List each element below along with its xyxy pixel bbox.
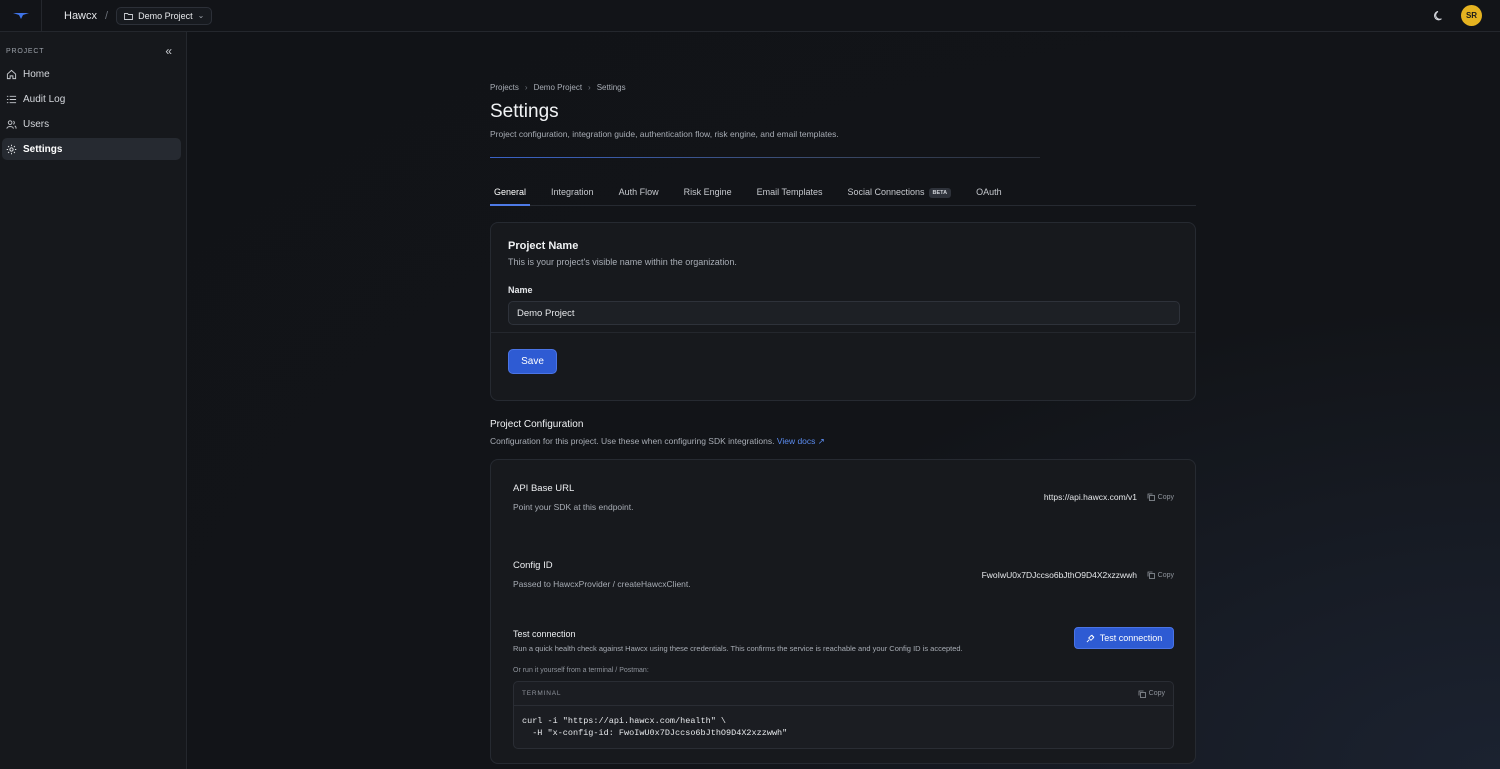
breadcrumb-settings: Settings bbox=[596, 83, 626, 92]
copy-label: Copy bbox=[1148, 690, 1165, 697]
external-link-icon: ↗ bbox=[817, 436, 825, 446]
tab-general[interactable]: General bbox=[490, 182, 531, 206]
logo-icon bbox=[12, 12, 29, 19]
terminal-label: TERMINAL bbox=[522, 690, 562, 697]
breadcrumb-separator: / bbox=[105, 9, 109, 22]
breadcrumb: Projects › Demo Project › Settings bbox=[490, 83, 626, 92]
tab-risk-engine[interactable]: Risk Engine bbox=[680, 182, 736, 206]
page-title: Settings bbox=[490, 101, 559, 122]
config-id-value: FwoIwU0x7DJccso6bJthO9D4X2xzzwwh bbox=[981, 570, 1137, 580]
section-description: Configuration for this project. Use thes… bbox=[490, 436, 825, 447]
org-name[interactable]: Hawcx bbox=[64, 10, 97, 22]
project-name-input[interactable] bbox=[508, 301, 1180, 325]
chevron-right-icon: › bbox=[588, 83, 591, 92]
tab-label: Integration bbox=[551, 187, 594, 197]
view-docs-label: View docs bbox=[776, 436, 816, 446]
sidebar-item-label: Home bbox=[23, 68, 50, 80]
copy-icon bbox=[1138, 690, 1146, 698]
sidebar-item-users[interactable]: Users bbox=[2, 113, 181, 135]
tab-label: General bbox=[494, 187, 527, 197]
copy-label: Copy bbox=[1157, 571, 1174, 579]
api-base-url-value: https://api.hawcx.com/v1 bbox=[1043, 492, 1137, 502]
card-divider bbox=[491, 332, 1195, 333]
collapse-sidebar-icon[interactable]: « bbox=[165, 44, 172, 58]
sidebar-item-label: Settings bbox=[23, 143, 63, 155]
test-connection-button[interactable]: Test connection bbox=[1074, 627, 1174, 649]
terminal-code: curl -i "https://api.hawcx.com/health" \… bbox=[514, 706, 1173, 739]
project-switcher[interactable]: Demo Project ⌄ bbox=[116, 6, 213, 25]
plug-icon bbox=[1086, 634, 1095, 642]
chevron-right-icon: › bbox=[524, 83, 528, 92]
test-connection-label: Test connection bbox=[1099, 633, 1163, 643]
config-id-description: Passed to HawcxProvider / createHawcxCli… bbox=[513, 579, 691, 589]
tab-integration[interactable]: Integration bbox=[547, 182, 598, 206]
top-bar: Hawcx / Demo Project ⌄ SR bbox=[0, 0, 1500, 32]
copy-config-id-button[interactable]: Copy bbox=[1147, 571, 1174, 579]
code-line-2: -H "x-config-id: FwoIwU0x7DJccso6bJthO9D… bbox=[522, 728, 788, 738]
tab-label: OAuth bbox=[976, 187, 1002, 197]
user-avatar[interactable]: SR bbox=[1461, 5, 1482, 26]
tab-label: Auth Flow bbox=[618, 187, 659, 197]
page-subtitle: Project configuration, integration guide… bbox=[490, 129, 839, 139]
sidebar-item-home[interactable]: Home bbox=[2, 63, 181, 85]
terminal-block: TERMINAL Copy curl -i "https://api.hawcx… bbox=[513, 681, 1174, 749]
card-description: This is your project's visible name with… bbox=[508, 257, 737, 267]
sidebar-item-label: Users bbox=[23, 118, 50, 130]
project-name-card: Project Name This is your project's visi… bbox=[490, 222, 1196, 401]
breadcrumb-projects[interactable]: Projects bbox=[490, 83, 519, 92]
section-description-text: Configuration for this project. Use thes… bbox=[490, 436, 775, 446]
tab-label: Email Templates bbox=[756, 187, 823, 197]
copy-icon bbox=[1147, 493, 1155, 501]
gear-icon bbox=[6, 144, 17, 154]
copy-terminal-button[interactable]: Copy bbox=[1138, 690, 1165, 698]
breadcrumb-demo-project[interactable]: Demo Project bbox=[534, 83, 582, 92]
tab-auth-flow[interactable]: Auth Flow bbox=[615, 182, 663, 206]
chevron-down-icon: ⌄ bbox=[197, 11, 205, 20]
sidebar-item-audit-log[interactable]: Audit Log bbox=[2, 88, 181, 110]
tab-email-templates[interactable]: Email Templates bbox=[753, 182, 827, 206]
test-connection-description: Run a quick health check against Hawcx u… bbox=[513, 644, 963, 653]
api-base-url-description: Point your SDK at this endpoint. bbox=[513, 502, 634, 512]
sidebar-item-label: Audit Log bbox=[23, 93, 66, 105]
code-line-1: curl -i "https://api.hawcx.com/health" \ bbox=[522, 716, 727, 726]
beta-badge: BETA bbox=[928, 188, 952, 198]
section-title: Project Configuration bbox=[490, 419, 584, 430]
folder-icon bbox=[124, 12, 134, 20]
test-connection-title: Test connection bbox=[513, 629, 576, 639]
project-config-card: API Base URL Point your SDK at this endp… bbox=[490, 459, 1196, 764]
home-icon bbox=[6, 69, 17, 79]
settings-tabs: General Integration Auth Flow Risk Engin… bbox=[490, 182, 1196, 206]
list-icon bbox=[6, 95, 17, 103]
tab-label: Social Connections bbox=[847, 187, 925, 197]
tab-oauth[interactable]: OAuth bbox=[972, 182, 1006, 206]
terminal-hint: Or run it yourself from a terminal / Pos… bbox=[513, 667, 649, 674]
card-title: Project Name bbox=[508, 240, 579, 252]
save-button[interactable]: Save bbox=[508, 349, 557, 374]
copy-icon bbox=[1147, 571, 1155, 579]
api-base-url-title: API Base URL bbox=[513, 483, 575, 494]
sidebar: PROJECT « Home Audit Log Users Settings bbox=[0, 32, 187, 769]
name-field-label: Name bbox=[508, 285, 533, 295]
users-icon bbox=[6, 119, 17, 129]
main-content: Projects › Demo Project › Settings Setti… bbox=[188, 32, 1500, 769]
header-divider bbox=[490, 157, 1040, 158]
sidebar-section-label: PROJECT bbox=[6, 47, 45, 55]
view-docs-link[interactable]: View docs ↗ bbox=[777, 436, 825, 446]
hawcx-logo[interactable] bbox=[0, 0, 42, 32]
copy-api-url-button[interactable]: Copy bbox=[1147, 493, 1174, 501]
config-id-title: Config ID bbox=[513, 560, 553, 571]
theme-toggle-moon-icon[interactable] bbox=[1433, 10, 1445, 22]
tab-social-connections[interactable]: Social Connections BETA bbox=[844, 182, 956, 206]
tab-label: Risk Engine bbox=[683, 187, 732, 197]
sidebar-item-settings[interactable]: Settings bbox=[2, 138, 181, 160]
project-switcher-label: Demo Project bbox=[138, 10, 193, 21]
copy-label: Copy bbox=[1157, 493, 1174, 501]
